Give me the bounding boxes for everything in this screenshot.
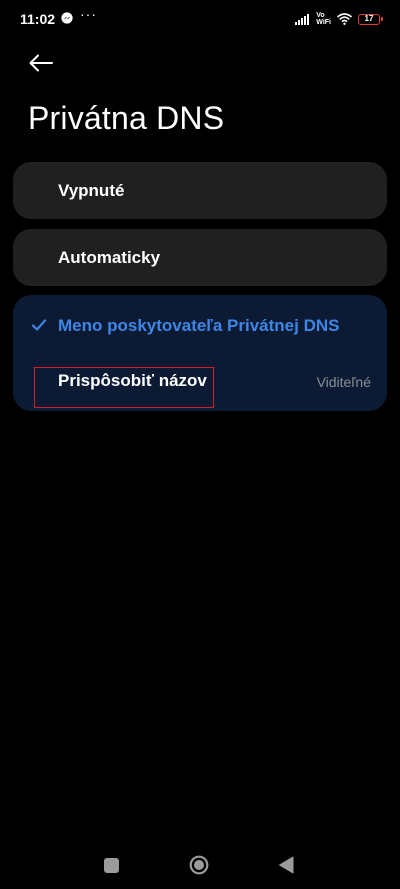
option-provider-hostname: Meno poskytovateľa Privátnej DNS Prispôs… bbox=[13, 295, 387, 411]
signal-icon bbox=[295, 13, 310, 25]
vowifi-indicator: Vo WiFi bbox=[316, 12, 331, 26]
option-off-label: Vypnuté bbox=[58, 180, 125, 200]
custom-name-row[interactable]: Prispôsobiť názov Viditeľné bbox=[13, 355, 387, 411]
back-button[interactable] bbox=[27, 50, 55, 76]
option-automatic[interactable]: Automaticky bbox=[13, 229, 387, 286]
navigation-bar bbox=[0, 845, 400, 889]
status-icons: Vo WiFi 17 bbox=[295, 9, 383, 29]
triangle-back-icon[interactable] bbox=[278, 856, 294, 874]
messenger-icon bbox=[61, 12, 73, 24]
battery-level: 17 bbox=[364, 14, 374, 23]
provider-hostname-label: Meno poskytovateľa Privátnej DNS bbox=[58, 316, 340, 335]
more-notifications-indicator: ··· bbox=[80, 6, 97, 22]
status-bar: 11:02 ··· Vo WiFi 17 bbox=[0, 0, 400, 40]
provider-hostname-row[interactable]: Meno poskytovateľa Privátnej DNS bbox=[13, 295, 387, 355]
checkmark-icon bbox=[31, 319, 47, 331]
battery-icon: 17 bbox=[358, 13, 383, 25]
circle-icon[interactable] bbox=[189, 855, 209, 875]
arrow-left-icon bbox=[29, 54, 53, 72]
option-off[interactable]: Vypnuté bbox=[13, 162, 387, 219]
custom-name-label: Prispôsobiť názov bbox=[58, 371, 207, 390]
wifi-icon bbox=[337, 13, 352, 25]
square-icon[interactable] bbox=[104, 858, 119, 873]
status-time: 11:02 bbox=[20, 11, 56, 27]
option-automatic-label: Automaticky bbox=[58, 247, 161, 267]
page-title: Privátna DNS bbox=[28, 100, 225, 136]
visibility-value: Viditeľné bbox=[316, 374, 371, 390]
